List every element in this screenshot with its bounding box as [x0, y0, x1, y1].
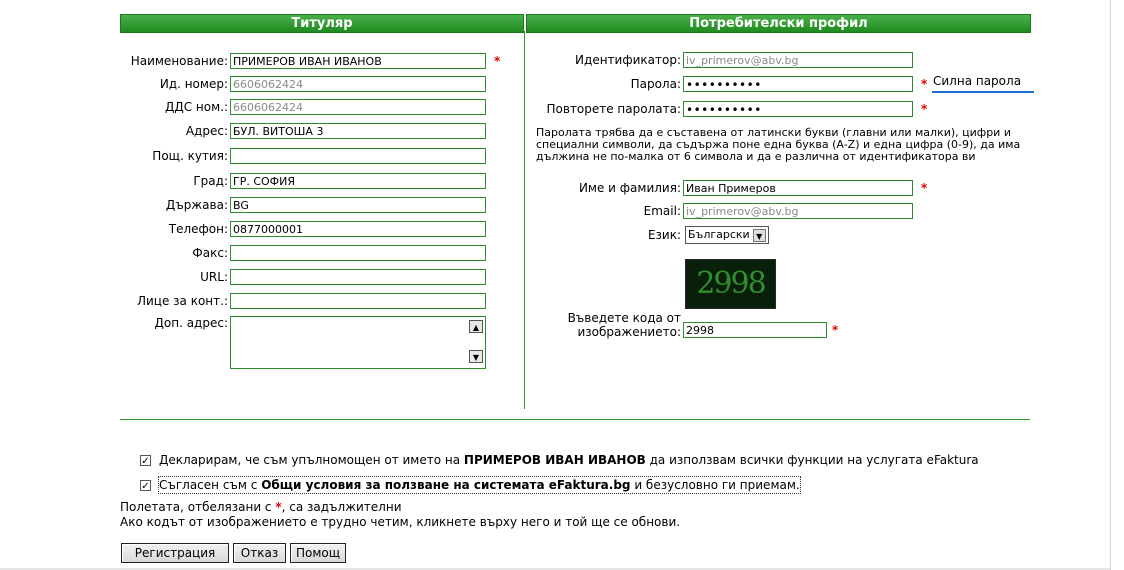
holder-id-field[interactable]: 6606062424: [230, 76, 486, 92]
holder-address-label: Адрес:: [185, 124, 228, 138]
required-note-prefix: Полетата, отбелязани с: [120, 500, 276, 514]
terms-suffix: и безусловно ги приемам.: [630, 478, 800, 492]
holder-phone-label: Телефон:: [168, 222, 228, 236]
email-label: Email:: [643, 204, 681, 218]
terms-link[interactable]: Общи условия за ползване на системата eF…: [261, 478, 630, 492]
holder-name-required-mark: *: [494, 54, 501, 68]
language-select-value: Български: [688, 228, 750, 241]
holder-id-label: Ид. номер:: [159, 77, 228, 91]
window-right-border: [1110, 0, 1124, 570]
register-button[interactable]: Регистрация: [121, 543, 229, 563]
holder-name-label: Наименование:: [130, 54, 228, 68]
captcha-image-text: 2998: [696, 266, 766, 301]
captcha-image[interactable]: 2998: [685, 259, 776, 309]
password-rules-note: Паролата трябва да е съставена от латинс…: [536, 126, 1021, 163]
declaration-text: Декларирам, че съм упълномощен от името …: [159, 452, 979, 468]
repeat-password-label: Повторете паролата:: [546, 102, 681, 116]
fullname-field[interactable]: Иван Примеров: [683, 180, 913, 196]
captcha-label-line1: Въведете кода от: [567, 311, 681, 325]
holder-vat-field[interactable]: 6606062424: [230, 99, 486, 115]
help-button[interactable]: Помощ: [290, 543, 346, 563]
holder-pobox-label: Пощ. кутия:: [152, 149, 228, 163]
section-divider-vertical: [524, 31, 525, 409]
required-fields-note: Полетата, отбелязани с *, са задължителн…: [120, 499, 402, 515]
declaration-holder-name: ПРИМЕРОВ ИВАН ИВАНОВ: [463, 453, 646, 467]
cancel-button[interactable]: Отказ: [233, 543, 286, 563]
captcha-label-line2: изображението:: [577, 325, 682, 339]
profile-section-header: Потребителски профил: [526, 14, 1031, 33]
terms-prefix: Съгласен съм с: [159, 478, 262, 492]
declaration-checkbox[interactable]: ✓: [140, 455, 151, 467]
declaration-prefix: Декларирам, че съм упълномощен от името …: [159, 453, 464, 467]
identifier-label: Идентификатор:: [575, 53, 681, 67]
section-divider-horizontal: [120, 419, 1030, 420]
holder-extra-address-label: Доп. адрес:: [154, 316, 228, 330]
captcha-hint-note: Ако кодът от изображението е трудно чети…: [120, 515, 681, 529]
holder-url-label: URL:: [200, 270, 228, 284]
language-select[interactable]: Български ▼: [685, 226, 769, 244]
identifier-field[interactable]: iv_primerov@abv.bg: [683, 52, 913, 68]
holder-fax-field[interactable]: [230, 245, 486, 261]
password-label: Парола:: [630, 77, 681, 91]
holder-extra-address-textarea[interactable]: ▲ ▼: [230, 316, 486, 369]
email-field[interactable]: iv_primerov@abv.bg: [683, 203, 913, 219]
holder-contact-field[interactable]: [230, 293, 486, 309]
holder-country-label: Държава:: [165, 198, 228, 212]
holder-country-field[interactable]: BG: [230, 197, 486, 213]
holder-city-label: Град:: [193, 174, 228, 188]
fullname-required-mark: *: [921, 181, 928, 195]
holder-section-header: Титуляр: [120, 14, 524, 33]
holder-address-field[interactable]: БУЛ. ВИТОША 3: [230, 123, 486, 139]
holder-url-field[interactable]: [230, 269, 486, 285]
holder-city-field[interactable]: ГР. СОФИЯ: [230, 173, 486, 189]
holder-vat-label: ДДС ном.:: [164, 100, 228, 114]
required-note-suffix: , са задължителни: [281, 500, 402, 514]
language-label: Език:: [647, 228, 681, 242]
scroll-down-button[interactable]: ▼: [469, 350, 483, 363]
terms-text[interactable]: Съгласен съм с Общи условия за ползване …: [158, 476, 801, 494]
holder-contact-label: Лице за конт.:: [136, 294, 228, 308]
holder-name-field[interactable]: ПРИМЕРОВ ИВАН ИВАНОВ: [230, 53, 486, 69]
repeat-password-required-mark: *: [921, 102, 928, 116]
password-strength-indicator: Силна парола: [933, 74, 1022, 88]
terms-checkbox[interactable]: ✓: [140, 480, 151, 492]
captcha-field[interactable]: 2998: [683, 322, 827, 338]
repeat-password-field[interactable]: ••••••••••: [683, 101, 913, 117]
chevron-down-icon[interactable]: ▼: [752, 228, 766, 242]
password-field[interactable]: ••••••••••: [683, 76, 913, 92]
password-strength-bar: [932, 91, 1034, 93]
captcha-required-mark: *: [832, 323, 839, 337]
fullname-label: Име и фамилия:: [578, 181, 681, 195]
holder-pobox-field[interactable]: [230, 148, 486, 164]
password-required-mark: *: [921, 77, 928, 91]
holder-fax-label: Факс:: [192, 246, 228, 260]
declaration-suffix: да използвам всички функции на услугата …: [645, 453, 979, 467]
holder-phone-field[interactable]: 0877000001: [230, 221, 486, 237]
scroll-up-button[interactable]: ▲: [469, 320, 483, 333]
